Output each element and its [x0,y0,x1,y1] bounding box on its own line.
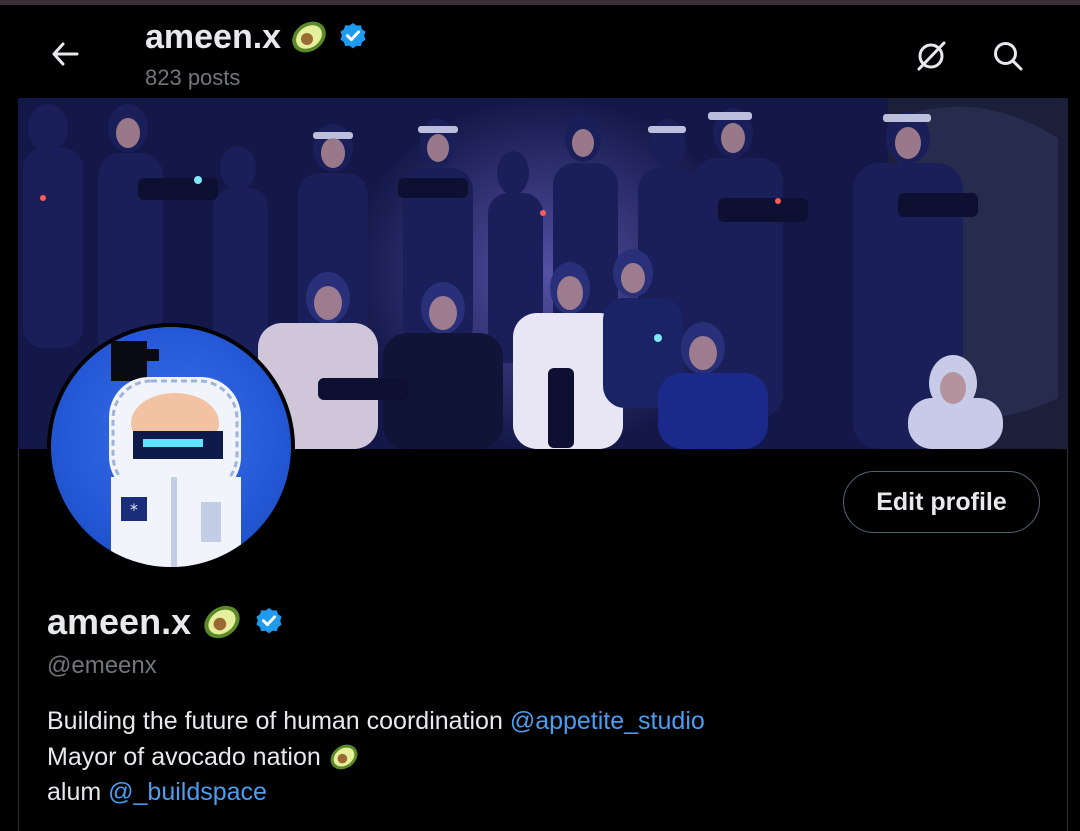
profile-header-bar: ameen.x 823 posts [0,5,1080,98]
avocado-emoji-icon [204,605,240,639]
bio-line-2: Mayor of avocado nation [47,740,705,776]
arrow-left-icon [52,42,79,66]
search-icon [994,42,1023,71]
mention-link[interactable]: @_buildspace [108,775,267,811]
verified-badge-icon [340,23,366,49]
posts-count: 823 posts [145,65,241,90]
grok-icon [917,41,946,71]
avocado-emoji-icon [292,21,326,53]
bio-text: alum [47,778,109,806]
profile-bio: Building the future of human coordinatio… [47,704,705,811]
bio-text: Mayor of avocado nation [47,742,328,771]
header-title: ameen.x [145,17,369,57]
profile-avatar[interactable]: * [47,323,295,571]
bio-text: Building the future of human coordinatio… [47,707,510,735]
app-frame: ameen.x 823 posts * Edit profile ameen.x… [0,5,1080,831]
pixel-astronaut-image: * [109,341,241,567]
mention-link[interactable]: @appetite_studio [510,704,705,740]
back-button[interactable] [44,33,86,75]
profile-handle: @emeenx [47,652,157,679]
search-button[interactable] [987,35,1029,77]
svg-text:*: * [129,500,139,519]
bio-line-1: Building the future of human coordinatio… [47,704,705,740]
header-display-name: ameen.x [145,17,282,56]
profile-name-row: ameen.x [47,601,285,643]
grok-button[interactable] [910,35,952,77]
edit-profile-button[interactable]: Edit profile [843,471,1040,533]
bio-line-3: alum @_buildspace [47,775,705,811]
avocado-emoji-icon [330,744,358,770]
verified-badge-icon[interactable] [253,606,285,638]
avatar-pixel-art: * [51,327,291,567]
profile-display-name: ameen.x [47,601,192,642]
